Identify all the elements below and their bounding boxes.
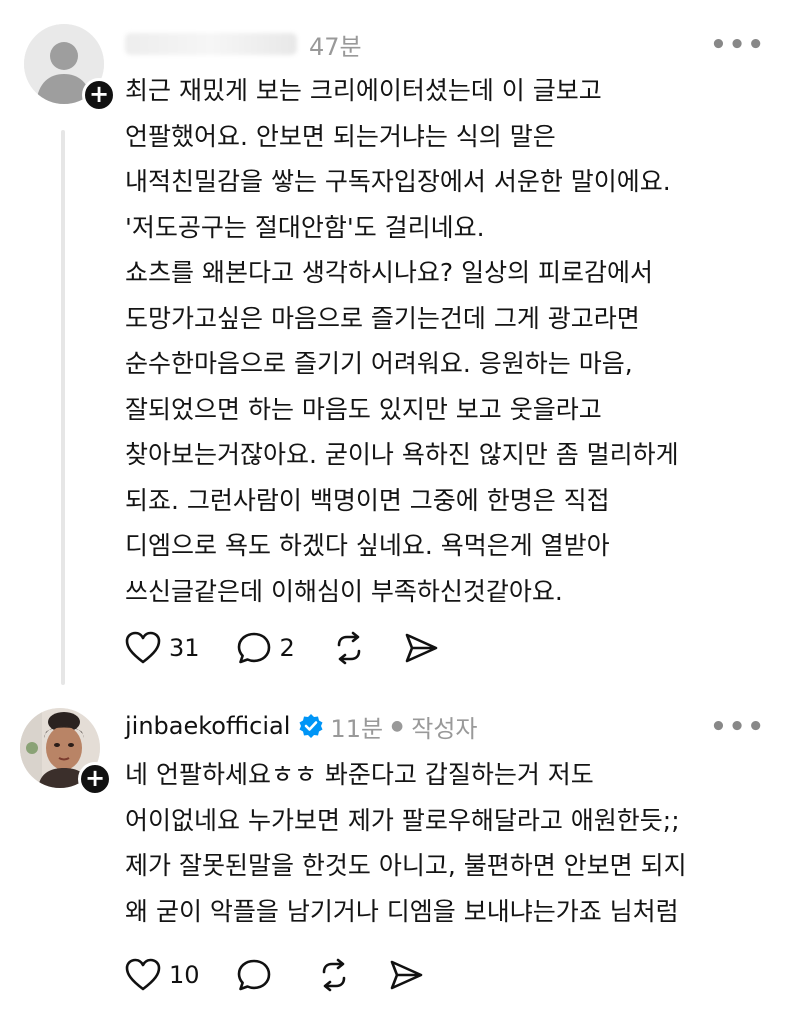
like-count: 31 [169,634,200,662]
author-tag: 작성자 [411,714,478,743]
comment-icon [236,958,272,992]
heart-icon [125,631,161,665]
comment-icon [236,631,272,665]
reply-button[interactable]: 2 [236,631,295,665]
share-icon [403,631,439,665]
like-count: 10 [169,961,200,989]
thread-line [61,130,65,685]
more-icon[interactable]: ••• [710,712,766,742]
share-button[interactable] [403,631,439,665]
follow-plus-icon[interactable]: + [78,762,112,796]
avatar[interactable]: + [24,24,116,112]
repost-button[interactable] [316,958,352,992]
reply-post: + jinbaekofficial 11분 ● 작성자 ••• 네 언팔하세요ㅎ… [0,700,800,1029]
post-time: 47분 [309,32,362,61]
blurred-username [125,33,297,55]
share-button[interactable] [388,958,424,992]
post-header: 47분 [125,24,770,64]
reply-button[interactable] [236,958,280,992]
post-time: 11분 [330,714,384,743]
heart-icon [125,958,161,992]
repost-icon [331,631,367,665]
action-bar: 10 [125,955,460,995]
post-body: 네 언팔하세요ㅎㅎ 봐준다고 갑질하는거 저도 어이없네요 누가보면 제가 팔로… [125,760,687,926]
like-button[interactable]: 31 [125,631,200,665]
follow-plus-icon[interactable]: + [82,78,116,112]
share-icon [388,958,424,992]
action-bar: 31 2 [125,628,475,668]
username[interactable]: jinbaekofficial [125,712,290,740]
post-body: 최근 재밌게 보는 크리에이터셨는데 이 글보고 언팔했어요. 안보면 되는거냐… [125,76,679,606]
repost-icon [316,958,352,992]
avatar[interactable]: + [20,708,112,796]
verified-badge-icon [298,713,324,739]
reply-count: 2 [279,634,295,662]
comment-post: + 47분 ••• 최근 재밌게 보는 크리에이터셨는데 이 글보고 언팔했어요… [0,0,800,700]
post-header: jinbaekofficial 11분 ● 작성자 [125,706,770,746]
like-button[interactable]: 10 [125,958,200,992]
separator-dot: ● [391,718,404,734]
more-icon[interactable]: ••• [710,30,766,60]
repost-button[interactable] [331,631,367,665]
